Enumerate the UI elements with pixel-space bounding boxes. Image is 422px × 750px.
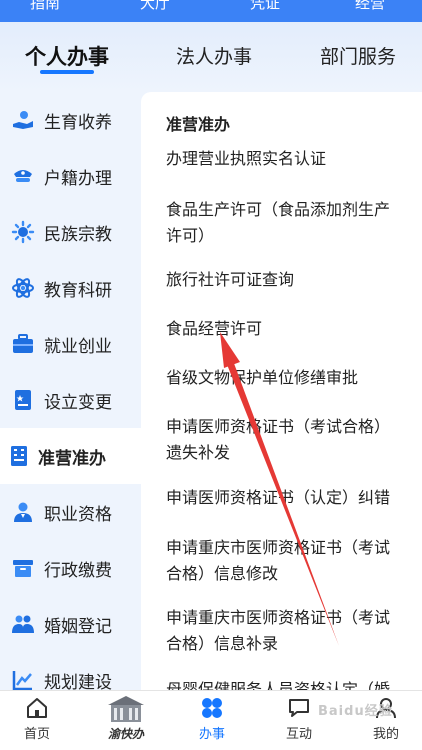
sidebar-item-label: 行政缴费	[44, 560, 112, 581]
nav-services[interactable]: 办事	[172, 691, 252, 750]
nav-yukuaiban[interactable]: 渝快办	[102, 691, 150, 750]
sidebar-item-label: 教育科研	[44, 280, 112, 301]
service-item-line: 合格）信息修改	[166, 564, 279, 583]
sidebar-item-marriage[interactable]: 婚姻登记	[0, 596, 141, 652]
briefcase-icon	[9, 330, 37, 358]
sidebar-item-education[interactable]: 教育科研	[0, 260, 141, 316]
section-title: 准营准办	[166, 115, 231, 134]
watermark: Baidu经验	[318, 704, 393, 719]
bottom-navigation: 首页 渝快办 办事 互动 我的	[0, 690, 422, 750]
nav-label: 首页	[23, 727, 50, 742]
service-item[interactable]: 食品经营许可	[166, 316, 416, 342]
nav-label: 我的	[372, 727, 399, 742]
service-item[interactable]: 省级文物保护单位修缮审批	[166, 365, 416, 391]
sidebar-item-label: 准营准办	[38, 448, 106, 469]
sun-icon	[9, 218, 37, 246]
sidebar-item-label: 生育收养	[44, 112, 112, 133]
service-item-line: 省级文物保护单位修缮审批	[166, 368, 359, 387]
sidebar-item-ethnic-religion[interactable]: 民族宗教	[0, 204, 141, 260]
atom-icon	[9, 274, 37, 302]
sidebar-item-admin-fees[interactable]: 行政缴费	[0, 540, 141, 596]
sidebar-item-label: 职业资格	[44, 504, 112, 525]
service-item-line: 食品经营许可	[166, 319, 263, 338]
sidebar-item-permits[interactable]: 准营准办	[0, 428, 141, 484]
chat-icon	[287, 696, 311, 724]
service-tabs: 个人办事 法人办事 部门服务	[0, 22, 422, 92]
service-item[interactable]: 申请重庆市医师资格证书（考试 合格）信息补录	[166, 605, 416, 657]
top-item-business[interactable]: 经营	[355, 0, 385, 13]
box-icon	[9, 554, 37, 582]
service-item[interactable]: 旅行社许可证查询	[166, 267, 416, 293]
service-item[interactable]: 申请医师资格证书（认定）纠错	[166, 485, 416, 511]
service-item-line: 合格）信息补录	[166, 634, 279, 653]
service-item-line: 申请医师资格证书（考试合格）	[166, 417, 391, 436]
service-list-panel: 准营准办 办理营业执照实名认证 食品生产许可（食品添加剂生产 许可） 旅行社许可…	[141, 92, 422, 690]
person-badge-icon	[9, 498, 37, 526]
top-item-hall[interactable]: 大厅	[140, 0, 170, 13]
service-item[interactable]: 母婴保健服务人员资格认定（婚	[166, 677, 416, 690]
sidebar-item-qualification[interactable]: 职业资格	[0, 484, 141, 540]
sidebar-item-label: 就业创业	[44, 336, 112, 357]
service-item-line: 办理营业执照实名认证	[166, 149, 327, 168]
service-item[interactable]: 办理营业执照实名认证	[166, 146, 416, 172]
top-item-guide[interactable]: 指南	[30, 0, 60, 13]
nav-home[interactable]: 首页	[0, 691, 77, 750]
couple-icon	[9, 610, 37, 638]
top-quick-bar: 指南 大厅 凭证 经营	[0, 0, 422, 22]
service-item[interactable]: 食品生产许可（食品添加剂生产 许可）	[166, 197, 416, 249]
service-item-line: 食品生产许可（食品添加剂生产	[166, 200, 391, 219]
service-item-line: 母婴保健服务人员资格认定（婚	[166, 680, 391, 690]
service-item-line: 遗失补发	[166, 443, 231, 462]
tab-legal-person[interactable]: 法人办事	[176, 42, 252, 69]
sidebar-item-establish-change[interactable]: 设立变更	[0, 372, 141, 428]
sidebar-item-label: 民族宗教	[44, 224, 112, 245]
building-icon	[5, 442, 33, 470]
sidebar-item-birth-adoption[interactable]: 生育收养	[0, 92, 141, 148]
service-item-line: 许可）	[166, 226, 215, 245]
category-sidebar: 生育收养 户籍办理 民族宗教 教育科研 就业创业 设立变更 准营准办 职业资格 …	[0, 92, 141, 693]
sidebar-item-label: 规划建设	[44, 672, 112, 693]
service-item[interactable]: 申请重庆市医师资格证书（考试 合格）信息修改	[166, 535, 416, 587]
tab-personal[interactable]: 个人办事	[25, 41, 109, 71]
service-item-line: 旅行社许可证查询	[166, 270, 295, 289]
service-item-line: 申请重庆市医师资格证书（考试	[166, 608, 391, 627]
sidebar-item-label: 婚姻登记	[44, 616, 112, 637]
hand-heart-icon	[9, 106, 37, 134]
service-item-line: 申请重庆市医师资格证书（考试	[166, 538, 391, 557]
yukuaiban-logo-icon	[108, 695, 144, 729]
grid-icon	[200, 696, 224, 724]
sidebar-item-label: 户籍办理	[44, 168, 112, 189]
top-item-credential[interactable]: 凭证	[250, 0, 280, 13]
nav-label: 互动	[285, 727, 312, 742]
police-cap-icon	[9, 162, 37, 190]
sidebar-item-employment[interactable]: 就业创业	[0, 316, 141, 372]
sidebar-item-label: 设立变更	[44, 392, 112, 413]
nav-label: 办事	[198, 727, 225, 742]
sidebar-item-household[interactable]: 户籍办理	[0, 148, 141, 204]
document-star-icon	[9, 386, 37, 414]
service-item[interactable]: 申请医师资格证书（考试合格） 遗失补发	[166, 414, 416, 466]
nav-label: 渝快办	[107, 727, 144, 741]
service-item-line: 申请医师资格证书（认定）纠错	[166, 488, 391, 507]
active-tab-indicator	[40, 70, 94, 74]
tab-department[interactable]: 部门服务	[320, 42, 396, 69]
home-icon	[25, 696, 49, 724]
